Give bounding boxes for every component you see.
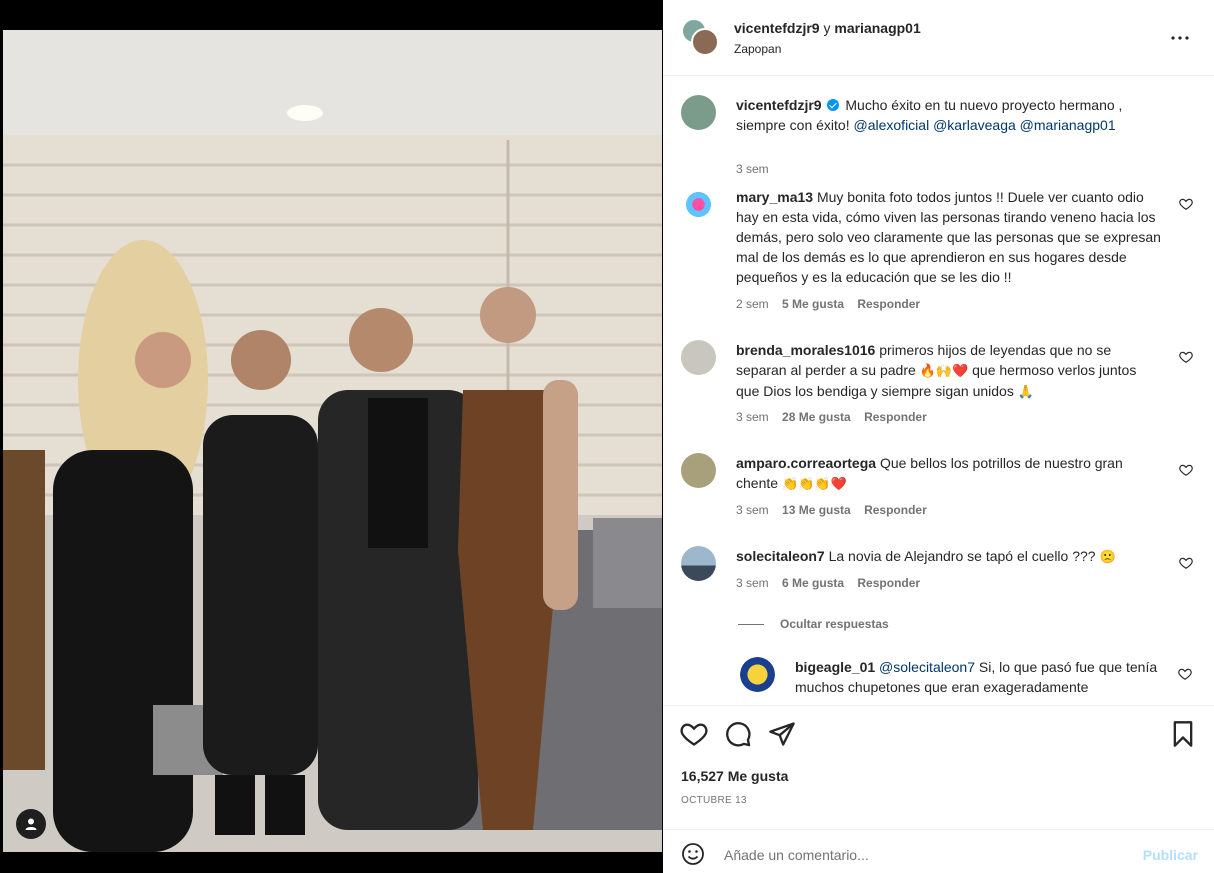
mention-link[interactable]: @karlaveaga — [933, 117, 1016, 133]
reply-button[interactable]: Responder — [857, 576, 920, 590]
author-link[interactable]: vicentefdzjr9 — [734, 20, 820, 36]
heart-icon[interactable] — [1179, 350, 1193, 364]
comment-bubble-icon[interactable] — [724, 720, 752, 748]
comment-likes[interactable]: 28 Me gusta — [782, 410, 851, 424]
avatar[interactable] — [681, 546, 716, 581]
comment-body: solecitaleon7 La novia de Alejandro se t… — [736, 546, 1161, 567]
more-options-button[interactable] — [1170, 28, 1190, 48]
comment-meta: 3 sem 28 Me gusta Responder — [736, 410, 937, 424]
comment-username[interactable]: mary_ma13 — [736, 189, 813, 205]
avatar[interactable] — [740, 657, 775, 692]
comment-input[interactable]: Añade un comentario... — [724, 847, 869, 863]
comment-username[interactable]: amparo.correaortega — [736, 455, 876, 471]
heart-icon[interactable] — [1179, 556, 1193, 570]
reply-button[interactable]: Responder — [864, 410, 927, 424]
comment-body: bigeagle_01 @solecitaleon7 Si, lo que pa… — [795, 657, 1160, 697]
post-header: vicentefdzjr9 y marianagp01 Zapopan — [663, 0, 1214, 76]
post-actions: 16,527 Me gusta OCTUBRE 13 — [663, 705, 1214, 829]
comments-list[interactable]: vicentefdzjr9 Mucho éxito en tu nuevo pr… — [663, 77, 1214, 704]
tagged-users-button[interactable] — [16, 809, 46, 839]
post-authors: vicentefdzjr9 y marianagp01 — [734, 20, 921, 36]
comment-meta: 3 sem 6 Me gusta Responder — [736, 576, 930, 590]
comment-body: mary_ma13 Muy bonita foto todos juntos !… — [736, 187, 1161, 287]
post-media-pane — [0, 0, 663, 873]
share-send-icon[interactable] — [768, 720, 796, 748]
comment-emoji: 🙁 — [1099, 549, 1116, 564]
comment-username[interactable]: solecitaleon7 — [736, 548, 825, 564]
comment-meta: 3 sem 13 Me gusta Responder — [736, 503, 937, 517]
comment-emoji: 🔥🙌❤️ — [919, 363, 969, 378]
author-connector: y — [823, 20, 831, 36]
comment-emoji: 🙏 — [1017, 384, 1034, 399]
like-heart-icon[interactable] — [680, 720, 708, 748]
location-link[interactable]: Zapopan — [734, 42, 781, 56]
more-horizontal-icon — [1171, 36, 1189, 40]
mention-link[interactable]: @solecitaleon7 — [879, 659, 975, 675]
publish-button[interactable]: Publicar — [1143, 847, 1198, 863]
comment-time[interactable]: 3 sem — [736, 162, 769, 176]
comment-time[interactable]: 3 sem — [736, 503, 769, 517]
mention-link[interactable]: @marianagp01 — [1020, 117, 1116, 133]
comment-username[interactable]: vicentefdzjr9 — [736, 97, 822, 113]
comment-body: brenda_morales1016 primeros hijos de ley… — [736, 340, 1161, 402]
heart-icon[interactable] — [1179, 463, 1193, 477]
photo-illustration — [3, 30, 662, 852]
avatar[interactable] — [681, 453, 716, 488]
like-count[interactable]: 16,527 Me gusta — [681, 768, 788, 784]
heart-icon[interactable] — [1178, 667, 1192, 681]
author-link[interactable]: marianagp01 — [834, 20, 920, 36]
post-date[interactable]: OCTUBRE 13 — [681, 795, 747, 806]
reply-button[interactable]: Responder — [864, 503, 927, 517]
comment-time[interactable]: 3 sem — [736, 410, 769, 424]
comment-text: La novia de Alejandro se tapó el cuello … — [828, 548, 1096, 564]
comment-body: amparo.correaortega Que bellos los potri… — [736, 453, 1161, 494]
comment-username[interactable]: bigeagle_01 — [795, 659, 875, 675]
comment-time[interactable]: 3 sem — [736, 576, 769, 590]
post-details-panel: vicentefdzjr9 y marianagp01 Zapopan vice… — [663, 0, 1214, 873]
reply-button[interactable]: Responder — [857, 297, 920, 311]
avatar[interactable] — [681, 95, 716, 130]
avatar[interactable] — [681, 187, 716, 222]
post-photo[interactable] — [3, 30, 662, 852]
verified-badge-icon — [827, 99, 840, 111]
comment-time[interactable]: 2 sem — [736, 297, 769, 311]
comment-emoji: 👏👏👏❤️ — [781, 476, 847, 491]
comment-meta: 3 sem — [736, 162, 779, 176]
hide-replies-button[interactable]: Ocultar respuestas — [738, 617, 889, 631]
comment-likes[interactable]: 13 Me gusta — [782, 503, 851, 517]
avatar[interactable] — [691, 28, 719, 56]
bookmark-icon[interactable] — [1169, 720, 1197, 748]
comment-username[interactable]: brenda_morales1016 — [736, 342, 875, 358]
mention-link[interactable]: @alexoficial — [854, 117, 930, 133]
comment-likes[interactable]: 5 Me gusta — [782, 297, 844, 311]
comment-meta: 2 sem 5 Me gusta Responder — [736, 297, 930, 311]
avatar[interactable] — [681, 340, 716, 375]
comment-body: vicentefdzjr9 Mucho éxito en tu nuevo pr… — [736, 95, 1161, 135]
collab-avatars[interactable] — [681, 18, 719, 56]
emoji-picker-icon[interactable] — [681, 842, 705, 866]
heart-icon[interactable] — [1179, 197, 1193, 211]
user-icon — [25, 818, 37, 830]
comment-composer: Añade un comentario... Publicar — [663, 829, 1214, 873]
comment-likes[interactable]: 6 Me gusta — [782, 576, 844, 590]
